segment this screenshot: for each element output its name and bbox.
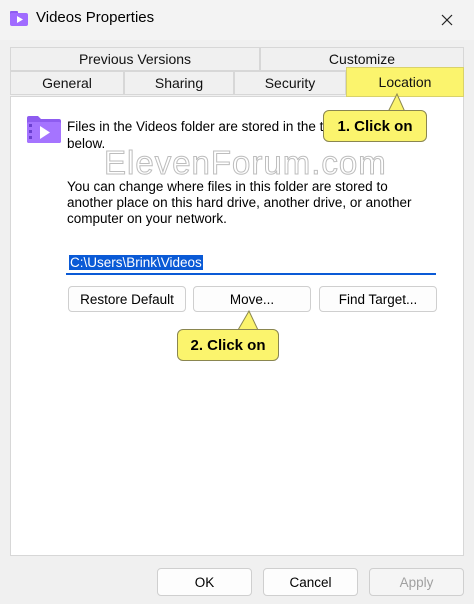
watermark: ElevenForum.com	[104, 144, 387, 182]
title-bar: Videos Properties	[0, 0, 474, 40]
cancel-label: Cancel	[289, 574, 332, 590]
ok-label: OK	[194, 574, 215, 590]
video-folder-icon	[10, 11, 28, 26]
close-button[interactable]	[432, 6, 462, 34]
restore-default-button[interactable]: Restore Default	[68, 286, 186, 312]
location-description: You can change where files in this folde…	[67, 179, 412, 226]
path-input-value: C:\Users\Brink\Videos	[69, 255, 203, 270]
ok-button[interactable]: OK	[157, 568, 252, 596]
tab-sharing[interactable]: Sharing	[124, 71, 234, 95]
tab-previous-versions[interactable]: Previous Versions	[10, 47, 260, 71]
move-button[interactable]: Move...	[193, 286, 311, 312]
find-target-label: Find Target...	[338, 291, 418, 307]
callout-2-text: 2. Click on	[190, 336, 266, 354]
callout-2-pointer	[237, 310, 259, 331]
cancel-button[interactable]: Cancel	[263, 568, 358, 596]
location-info-line1: Files in the Videos folder are stored in…	[67, 119, 336, 134]
location-info-line2: below.	[67, 136, 106, 151]
tab-general[interactable]: General	[10, 71, 124, 95]
apply-label: Apply	[399, 574, 434, 590]
apply-button[interactable]: Apply	[369, 568, 464, 596]
callout-1: 1. Click on	[323, 110, 427, 142]
find-target-button[interactable]: Find Target...	[319, 286, 437, 312]
close-icon	[441, 14, 453, 26]
callout-1-text: 1. Click on	[337, 117, 413, 135]
callout-2: 2. Click on	[177, 329, 279, 361]
window-title: Videos Properties	[36, 9, 155, 26]
path-input[interactable]: C:\Users\Brink\Videos	[66, 252, 436, 275]
tab-security[interactable]: Security	[234, 71, 346, 95]
move-label: Move...	[229, 291, 275, 307]
video-folder-icon	[27, 116, 61, 143]
restore-default-label: Restore Default	[80, 291, 174, 307]
